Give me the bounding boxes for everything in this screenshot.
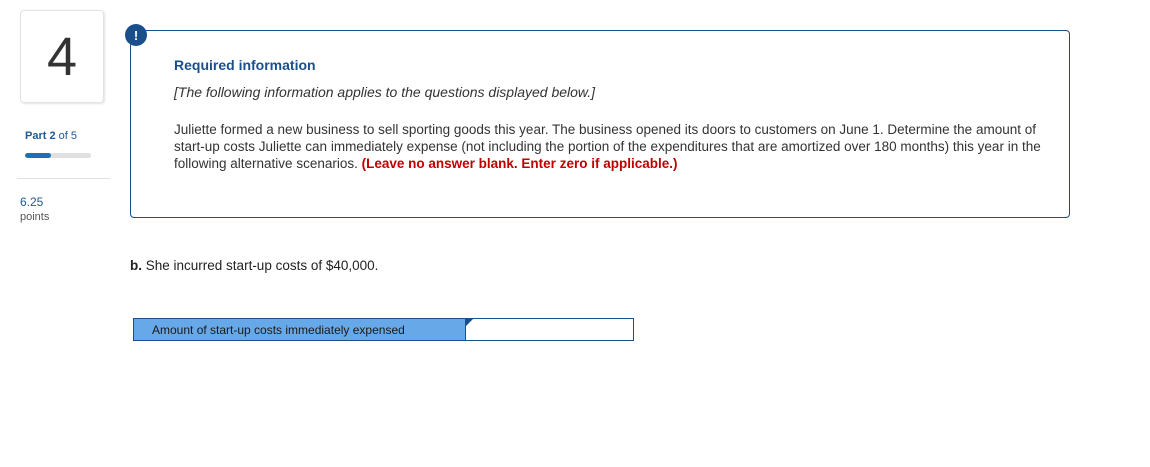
- part-total: of 5: [58, 130, 78, 142]
- question-text: She incurred start-up costs of $40,000.: [145, 258, 379, 273]
- info-body: Juliette formed a new business to sell s…: [174, 121, 1044, 172]
- answer-input-wrap: [466, 319, 633, 340]
- part-prefix: Part: [25, 130, 47, 142]
- part-current: 2: [49, 130, 56, 142]
- part-indicator: Part 2 of 5: [25, 130, 77, 142]
- answer-label: Amount of start-up costs immediately exp…: [134, 319, 466, 340]
- info-subtitle: [The following information applies to th…: [174, 84, 596, 100]
- answer-row: Amount of start-up costs immediately exp…: [133, 318, 634, 341]
- answer-input[interactable]: [466, 319, 633, 340]
- question-prompt: b. She incurred start-up costs of $40,00…: [130, 258, 378, 273]
- points-value: 6.25: [20, 195, 44, 209]
- part-progress-fill: [25, 153, 52, 158]
- required-information-box: Required information [The following info…: [130, 30, 1070, 218]
- sidebar-divider: [17, 178, 110, 179]
- part-progress-bar: [25, 153, 91, 158]
- info-instruction: (Leave no answer blank. Enter zero if ap…: [361, 156, 678, 171]
- question-letter: b.: [130, 258, 142, 273]
- points-label: points: [20, 211, 50, 223]
- question-page: 4 Part 2 of 5 6.25 points ! Required inf…: [0, 0, 1150, 467]
- alert-icon: !: [125, 24, 147, 46]
- question-number: 4: [20, 10, 104, 103]
- info-title: Required information: [174, 57, 316, 73]
